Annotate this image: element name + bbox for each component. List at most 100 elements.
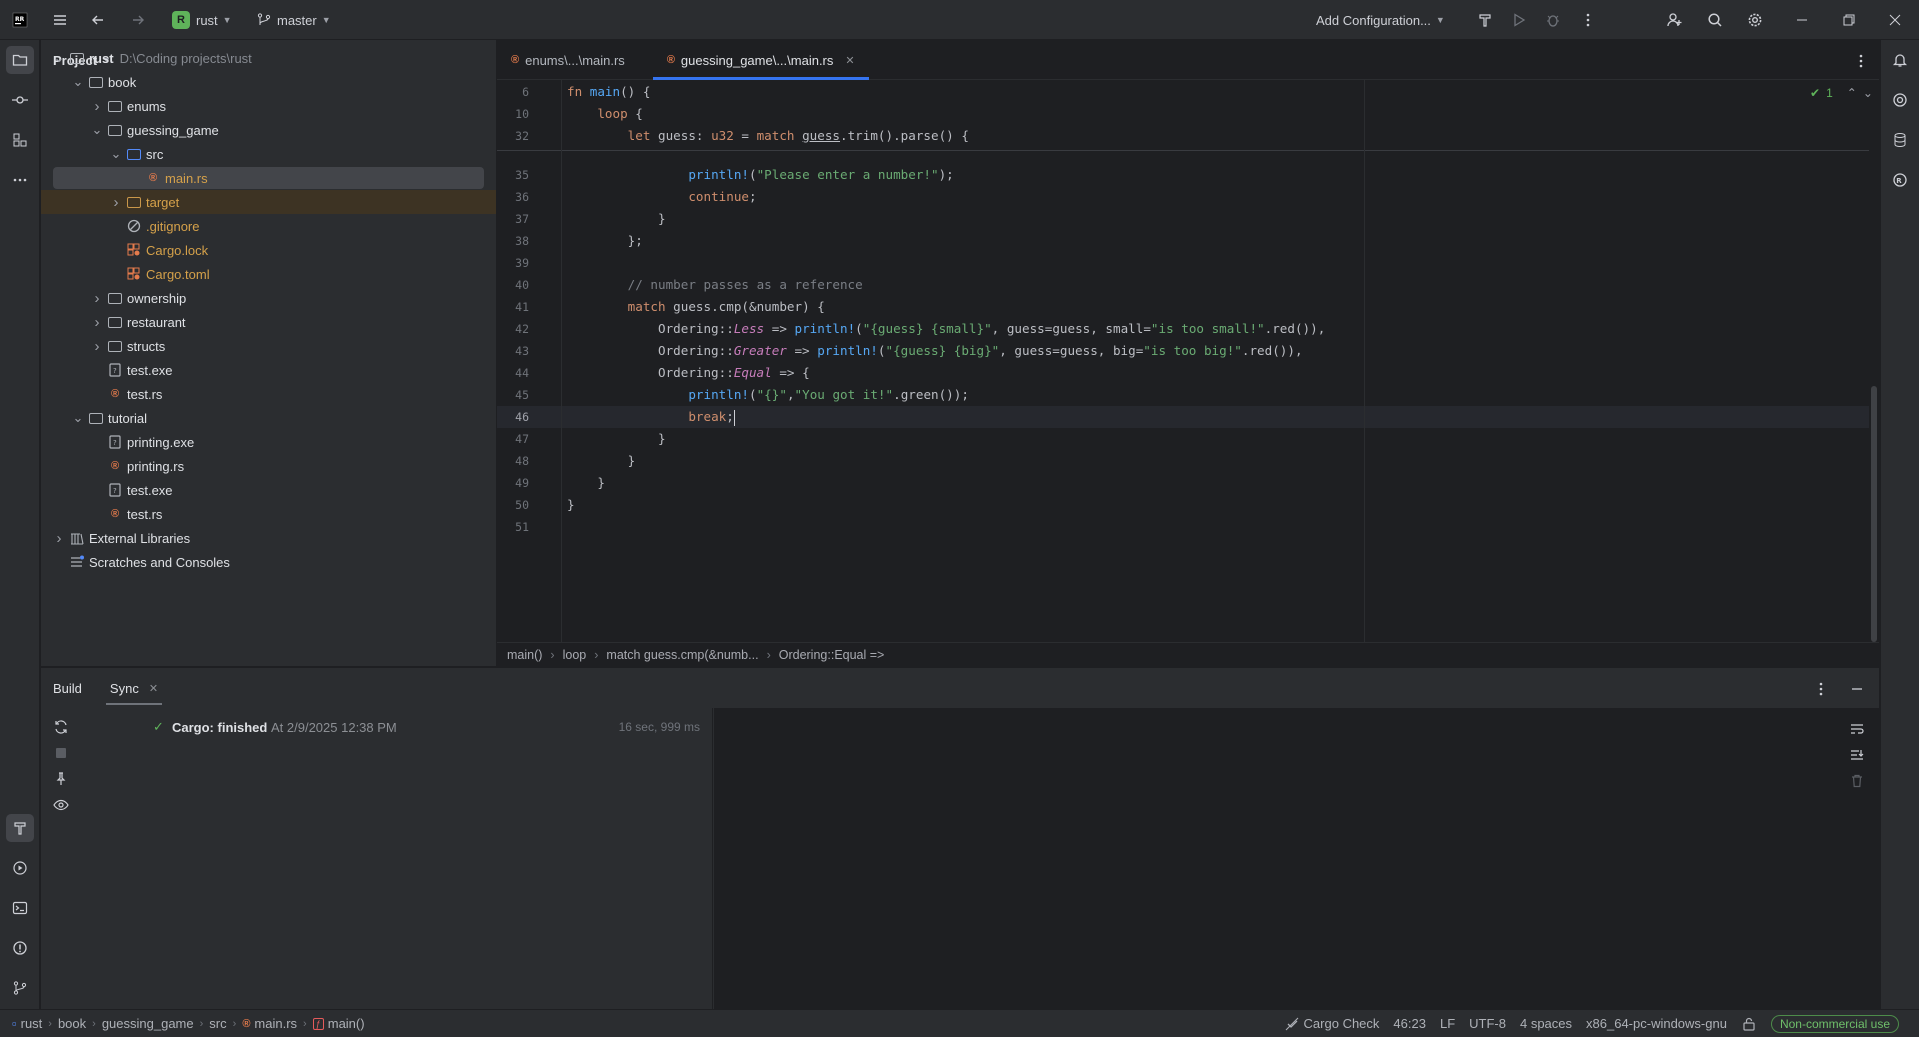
status-path-item[interactable]: guessing_game [102, 1016, 194, 1031]
read-only-lock-icon[interactable] [1741, 1016, 1757, 1032]
sticky-code-line[interactable]: 10 loop { [497, 103, 1869, 125]
code-line[interactable]: 45 println!("{}","You got it!".green()); [497, 384, 1869, 406]
chevron-right-icon[interactable]: › [51, 530, 67, 547]
code-editor[interactable]: 6 fn main() {10 loop {32 let guess: u32 =… [497, 80, 1879, 642]
breadcrumb-item[interactable]: Ordering::Equal => [779, 648, 885, 662]
breadcrumb-item[interactable]: loop [563, 648, 587, 662]
status-path-item[interactable]: ƒ main() [312, 1016, 365, 1031]
caret-position[interactable]: 46:23 [1393, 1016, 1426, 1031]
build-tab[interactable]: Build [41, 668, 94, 708]
code-line[interactable]: 49 } [497, 472, 1869, 494]
sticky-code-line[interactable]: 32 let guess: u32 = match guess.trim().p… [497, 125, 1869, 147]
code-line[interactable]: 51 [497, 516, 1869, 538]
code-line[interactable]: 46 break; [497, 406, 1869, 428]
chevron-right-icon[interactable]: › [89, 338, 105, 355]
tree-item-printing-rs[interactable]: ® printing.rs [41, 454, 496, 478]
tree-item-printing-exe[interactable]: ? printing.exe [41, 430, 496, 454]
tree-item-test-rs[interactable]: ® test.rs [41, 382, 496, 406]
status-path-item[interactable]: book [58, 1016, 86, 1031]
code-line[interactable]: 36 continue; [497, 186, 1869, 208]
more-tool-windows-icon[interactable] [6, 166, 34, 194]
ai-assistant-icon[interactable] [1886, 86, 1914, 114]
tree-item-rust[interactable]: ⌄ rust D:\Coding projects\rust [41, 46, 496, 70]
main-menu-icon[interactable] [46, 6, 74, 34]
rerun-sync-icon[interactable] [51, 717, 71, 737]
tree-item-scratches-and-consoles[interactable]: Scratches and Consoles [41, 550, 496, 574]
git-icon[interactable] [6, 974, 34, 1002]
rust-toolchain[interactable]: x86_64-pc-windows-gnu [1586, 1016, 1727, 1031]
clear-trash-icon[interactable] [1849, 772, 1865, 789]
chevron-right-icon[interactable]: › [89, 314, 105, 331]
code-line[interactable]: 47 } [497, 428, 1869, 450]
code-line[interactable]: 39 [497, 252, 1869, 274]
build-hammer-icon[interactable] [1471, 6, 1499, 34]
code-line[interactable]: 40 // number passes as a reference [497, 274, 1869, 296]
search-icon[interactable] [1701, 6, 1729, 34]
structure-icon[interactable] [6, 126, 34, 154]
file-encoding[interactable]: UTF-8 [1469, 1016, 1506, 1031]
editor-tab-guessing-game-main[interactable]: ® guessing_game\...\main.rs ✕ [652, 40, 869, 80]
next-highlight-icon[interactable]: ⌄ [1863, 86, 1873, 100]
sticky-code-line[interactable]: 6 fn main() { [497, 81, 1869, 103]
indent-setting[interactable]: 4 spaces [1520, 1016, 1572, 1031]
settings-gear-icon[interactable] [1741, 6, 1769, 34]
more-actions-icon[interactable] [1574, 6, 1602, 34]
code-line[interactable]: 35 println!("Please enter a number!"); [497, 164, 1869, 186]
debug-icon[interactable] [1539, 6, 1567, 34]
terminal-icon[interactable] [6, 894, 34, 922]
license-badge[interactable]: Non-commercial use [1770, 1014, 1899, 1033]
tree-item-test-exe[interactable]: ? test.exe [41, 358, 496, 382]
status-path-item[interactable]: ® main.rs [242, 1016, 297, 1031]
problems-icon[interactable] [6, 934, 34, 962]
forward-arrow-icon[interactable] [124, 6, 152, 34]
tree-item-guessing-game[interactable]: ⌄ guessing_game [41, 118, 496, 142]
status-path-item[interactable]: ▫ rust [12, 1016, 42, 1031]
code-with-me-icon[interactable] [1661, 6, 1689, 34]
code-line[interactable]: 38 }; [497, 230, 1869, 252]
status-path-item[interactable]: src [209, 1016, 226, 1031]
code-line[interactable]: 44 Ordering::Equal => { [497, 362, 1869, 384]
database-icon[interactable] [1886, 126, 1914, 154]
build-tool-hammer-icon[interactable] [6, 814, 34, 842]
view-eye-icon[interactable] [51, 795, 71, 815]
hide-panel-minimize-icon[interactable] [1849, 680, 1865, 697]
breadcrumb-item[interactable]: main() [507, 648, 542, 662]
chevron-down-icon[interactable]: ⌄ [89, 122, 105, 138]
chevron-right-icon[interactable]: › [108, 194, 124, 211]
tree-item-target[interactable]: › target [41, 190, 496, 214]
chevron-right-icon[interactable]: › [89, 290, 105, 307]
code-line[interactable]: 41 match guess.cmp(&number) { [497, 296, 1869, 318]
project-selector[interactable]: R rust ▼ [166, 6, 238, 34]
build-options-more-icon[interactable] [1813, 680, 1829, 697]
tree-item-test-rs[interactable]: ® test.rs [41, 502, 496, 526]
tree-item-book[interactable]: ⌄ book [41, 70, 496, 94]
project-tool-folder-icon[interactable] [6, 46, 34, 74]
soft-wrap-icon[interactable] [1849, 720, 1865, 737]
chevron-down-icon[interactable]: ⌄ [108, 146, 124, 162]
tree-item-src[interactable]: ⌄ src [41, 142, 496, 166]
minimize-icon[interactable] [1788, 6, 1816, 34]
inspection-widget[interactable]: ✔ 1 ⌃ ⌄ [1810, 86, 1873, 100]
tree-item-cargo-toml[interactable]: Cargo.toml [41, 262, 496, 286]
sync-tab[interactable]: Sync ✕ [98, 668, 170, 708]
tree-item-structs[interactable]: › structs [41, 334, 496, 358]
tab-actions-more-icon[interactable] [1853, 52, 1869, 69]
tree-item-gitignore[interactable]: .gitignore [41, 214, 496, 238]
commit-icon[interactable] [6, 86, 34, 114]
tree-item-external-libraries[interactable]: › External Libraries [41, 526, 496, 550]
tree-item-restaurant[interactable]: › restaurant [41, 310, 496, 334]
build-console-output[interactable] [714, 708, 1879, 1010]
back-arrow-icon[interactable] [84, 6, 112, 34]
tree-item-test-exe[interactable]: ? test.exe [41, 478, 496, 502]
chevron-down-icon[interactable]: ⌄ [70, 74, 86, 90]
code-line[interactable]: 48 } [497, 450, 1869, 472]
cargo-check-widget[interactable]: Cargo Check [1284, 1016, 1379, 1032]
scroll-to-end-icon[interactable] [1849, 746, 1865, 763]
stop-icon[interactable] [51, 743, 71, 763]
pin-icon[interactable] [51, 769, 71, 789]
tree-item-main-rs[interactable]: ® main.rs [41, 166, 496, 190]
run-icon[interactable] [1505, 6, 1533, 34]
editor-tab-enums-main[interactable]: ® enums\...\main.rs [497, 40, 639, 80]
branch-selector[interactable]: master ▼ [250, 6, 337, 34]
close-window-icon[interactable] [1881, 6, 1909, 34]
